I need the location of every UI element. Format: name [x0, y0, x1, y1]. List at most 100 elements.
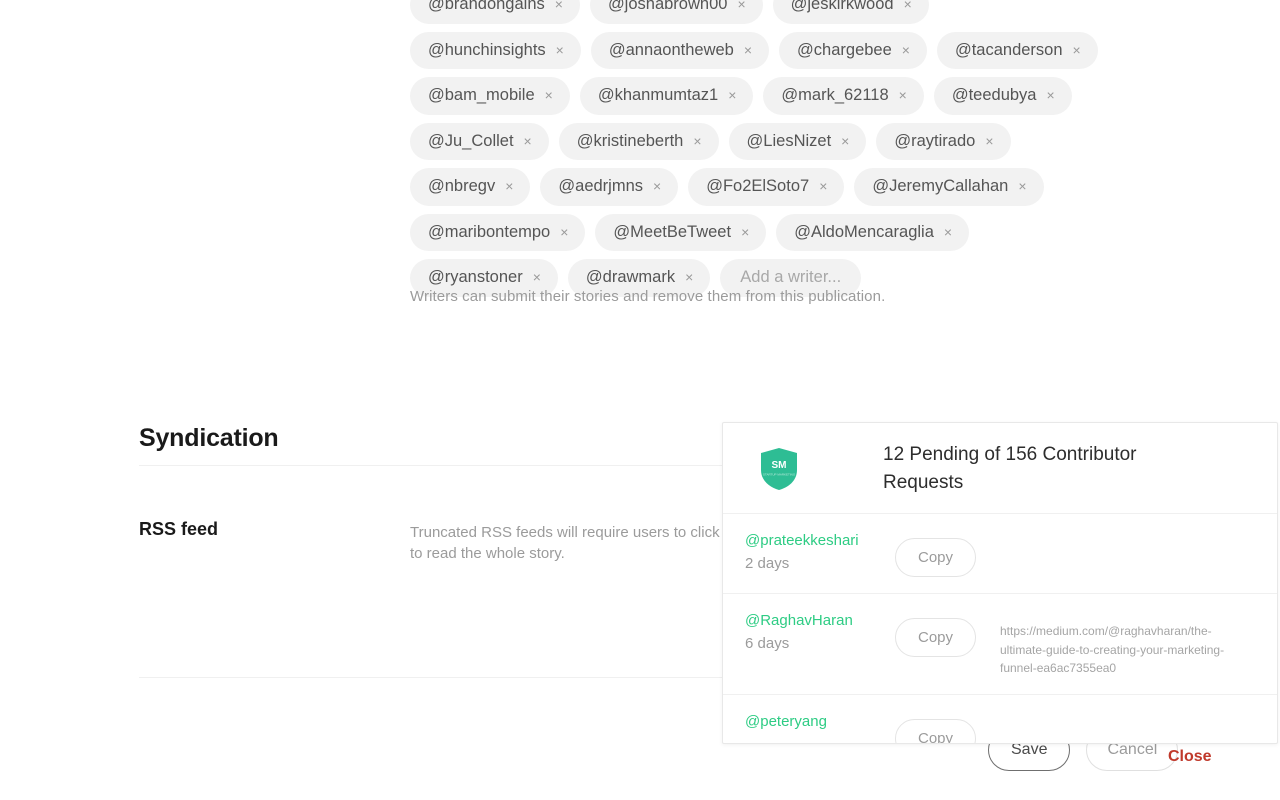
modal-title: 12 Pending of 156 Contributor Requests: [883, 444, 1137, 493]
writer-tag-label: @nbregv: [428, 177, 496, 195]
writer-tag-label: @Ju_Collet: [428, 131, 514, 150]
request-handle-link[interactable]: @prateekkeshari: [745, 531, 895, 551]
writer-tag[interactable]: @Ju_Collet ×: [410, 122, 549, 160]
remove-writer-icon[interactable]: ×: [692, 134, 702, 148]
request-user-column: @peteryang: [745, 709, 895, 734]
writer-tag[interactable]: @JeremyCallahan ×: [854, 168, 1044, 206]
request-age: 2 days: [745, 555, 790, 572]
writer-tag-label: @aedrjmns: [558, 177, 644, 195]
contributor-request-row: @prateekkeshari 2 days Copy: [723, 514, 1277, 594]
writer-tag-label: @AldoMencaraglia: [794, 222, 934, 241]
writer-tag-label: @kristineberth: [576, 131, 684, 150]
remove-writer-icon[interactable]: ×: [1046, 88, 1056, 102]
remove-writer-icon[interactable]: ×: [736, 0, 746, 11]
svg-text:STARTUP MARKETING: STARTUP MARKETING: [763, 473, 796, 477]
contributor-request-list: @prateekkeshari 2 days Copy @RaghavHaran 6 d…: [723, 513, 1277, 743]
copy-button[interactable]: Copy: [895, 618, 977, 657]
request-copy-column: Copy: [895, 528, 1000, 577]
writer-tag[interactable]: @kristineberth ×: [558, 122, 719, 160]
writers-tag-rows: @brandongains × @joshabrown00 × @jeskirkwood…: [410, 0, 1100, 297]
writers-tag-list: @brandongains × @joshabrown00 × @jeskirkwood…: [410, 0, 1100, 297]
writer-tag-label: @Fo2ElSoto7: [706, 177, 810, 195]
remove-writer-icon[interactable]: ×: [532, 270, 542, 284]
remove-writer-icon[interactable]: ×: [684, 270, 694, 284]
remove-writer-icon[interactable]: ×: [901, 43, 911, 57]
writer-tag[interactable]: @tacanderson ×: [936, 31, 1098, 69]
writer-tag-label: @teedubya: [951, 86, 1037, 104]
writer-tag[interactable]: @hunchinsights ×: [410, 31, 581, 69]
writer-tag[interactable]: @raytirado ×: [876, 122, 1011, 160]
writer-tag[interactable]: @chargebee ×: [779, 31, 927, 69]
writer-tag-label: @mark_62118: [781, 86, 889, 104]
page-root: @brandongains × @joshabrown00 × @jeskirkwood…: [0, 0, 1280, 800]
remove-writer-icon[interactable]: ×: [559, 225, 569, 239]
request-handle-link[interactable]: @RaghavHaran: [745, 611, 895, 631]
modal-header: SM STARTUP MARKETING 12 Pending of 156 C…: [723, 423, 1277, 513]
remove-writer-icon[interactable]: ×: [1072, 43, 1082, 57]
writer-tag[interactable]: @Fo2ElSoto7 ×: [688, 168, 845, 206]
copy-button[interactable]: Copy: [895, 718, 977, 743]
writer-tag-label: @LiesNizet: [746, 131, 832, 150]
writer-tag[interactable]: @LiesNizet ×: [728, 122, 867, 160]
writer-tag-label: @annaontheweb: [608, 40, 734, 59]
rss-feed-label: RSS feed: [139, 519, 219, 539]
writer-tag[interactable]: @brandongains ×: [410, 0, 580, 24]
writer-tag-label: @chargebee: [797, 40, 892, 59]
request-copy-column: Copy: [895, 709, 1000, 743]
remove-writer-icon[interactable]: ×: [544, 88, 554, 102]
remove-writer-icon[interactable]: ×: [818, 179, 828, 193]
writer-tag-label: @khanmumtaz1: [597, 86, 719, 104]
writer-tag[interactable]: @AldoMencaraglia ×: [776, 213, 970, 251]
shield-logo-icon: SM STARTUP MARKETING: [761, 448, 797, 490]
writer-tag[interactable]: @nbregv ×: [410, 168, 531, 206]
writer-tag[interactable]: @annaontheweb ×: [590, 31, 770, 69]
writer-tag-label: @bam_mobile: [428, 86, 535, 104]
request-user-column: @RaghavHaran 6 days: [745, 608, 895, 655]
remove-writer-icon[interactable]: ×: [652, 179, 662, 193]
writer-tag-label: @maribontempo: [428, 222, 551, 241]
request-user-column: @prateekkeshari 2 days: [745, 528, 895, 575]
writer-tag-label: @joshabrown00: [607, 0, 728, 13]
writer-tag-label: @ryanstoner: [428, 268, 523, 286]
remove-writer-icon[interactable]: ×: [743, 43, 753, 57]
writer-tag[interactable]: @mark_62118 ×: [763, 77, 924, 115]
contributor-requests-modal: SM STARTUP MARKETING 12 Pending of 156 C…: [722, 422, 1278, 744]
remove-writer-icon[interactable]: ×: [840, 134, 850, 148]
contributor-request-row: @RaghavHaran 6 days Copy https://medium.com…: [723, 594, 1277, 695]
request-copy-column: Copy: [895, 608, 1000, 657]
remove-writer-icon[interactable]: ×: [740, 225, 750, 239]
remove-writer-icon[interactable]: ×: [1017, 179, 1027, 193]
remove-writer-icon[interactable]: ×: [984, 134, 994, 148]
remove-writer-icon[interactable]: ×: [504, 179, 514, 193]
writer-tag-label: @brandongains: [428, 0, 545, 13]
writers-help-text: Writers can submit their stories and rem…: [410, 288, 886, 305]
copy-button[interactable]: Copy: [895, 538, 977, 577]
writer-tag[interactable]: @khanmumtaz1 ×: [579, 77, 754, 115]
writer-tag[interactable]: @joshabrown00 ×: [589, 0, 763, 24]
writer-tag-label: @raytirado: [894, 131, 976, 150]
writer-tag[interactable]: @maribontempo ×: [410, 213, 586, 251]
remove-writer-icon[interactable]: ×: [943, 225, 953, 239]
remove-writer-icon[interactable]: ×: [898, 88, 908, 102]
writer-tag-label: @drawmark: [585, 268, 676, 286]
writer-tag-label: @tacanderson: [954, 40, 1063, 59]
writer-tag-label: @jeskirkwood: [790, 0, 894, 13]
syndication-heading: Syndication: [139, 424, 279, 452]
writer-tag-label: @JeremyCallahan: [872, 177, 1009, 195]
request-age: 6 days: [745, 635, 790, 652]
close-link[interactable]: Close: [1168, 748, 1212, 766]
writer-tag[interactable]: @bam_mobile ×: [410, 77, 570, 115]
remove-writer-icon[interactable]: ×: [727, 88, 737, 102]
request-url: https://medium.com/@raghavharan/the-ulti…: [1000, 624, 1225, 675]
writer-tag[interactable]: @teedubya ×: [933, 77, 1072, 115]
remove-writer-icon[interactable]: ×: [555, 43, 565, 57]
writer-tag[interactable]: @MeetBeTweet ×: [595, 213, 767, 251]
remove-writer-icon[interactable]: ×: [903, 0, 913, 11]
writer-tag-label: @hunchinsights: [428, 40, 546, 59]
writer-tag[interactable]: @jeskirkwood ×: [772, 0, 929, 24]
request-handle-link[interactable]: @peteryang: [745, 712, 895, 732]
writer-tag[interactable]: @aedrjmns ×: [540, 168, 679, 206]
remove-writer-icon[interactable]: ×: [523, 134, 533, 148]
svg-text:SM: SM: [772, 460, 787, 471]
remove-writer-icon[interactable]: ×: [554, 0, 564, 11]
